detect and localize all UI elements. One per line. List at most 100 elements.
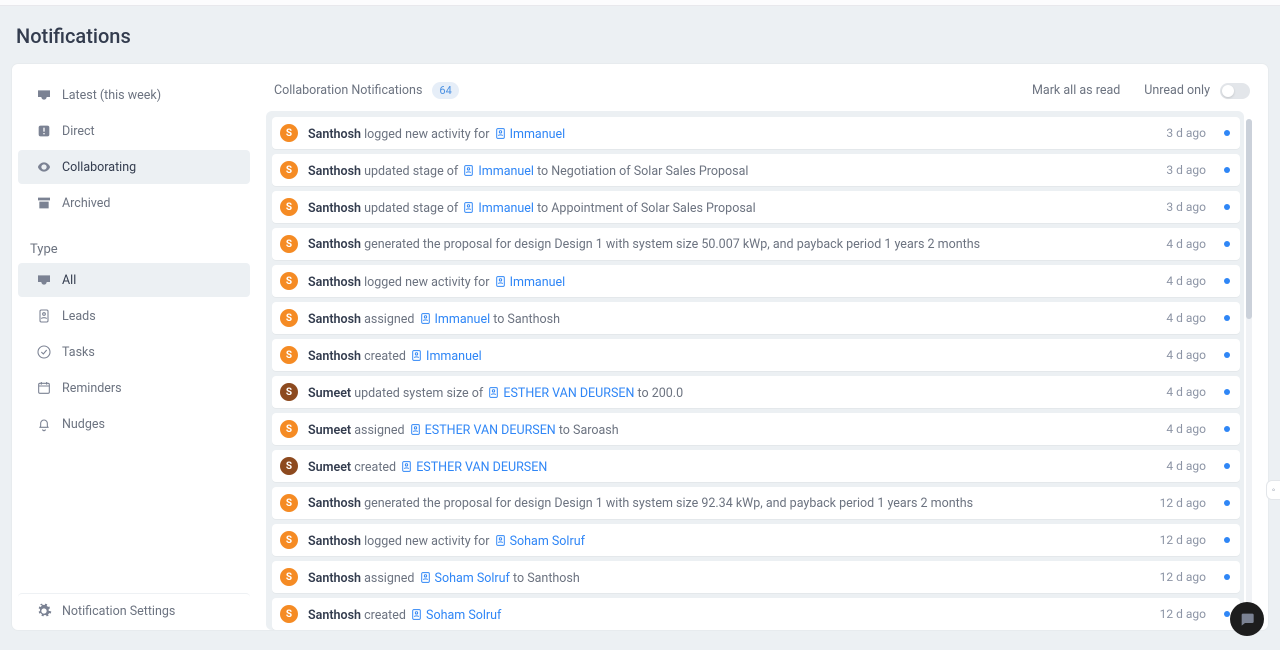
inbox-icon [36,87,52,103]
notification-text: Sumeet assigned ESTHER VAN DEURSEN to Sa… [308,421,1146,438]
lead-link[interactable]: Immanuel [435,312,491,327]
timestamp: 4 d ago [1166,422,1206,436]
notification-row[interactable]: SSanthosh generated the proposal for des… [272,228,1240,260]
lead-link[interactable]: Soham Solruf [510,534,585,549]
notification-row[interactable]: SSanthosh logged new activity for Soham … [272,524,1240,556]
check-icon [36,344,52,360]
timestamp: 4 d ago [1166,311,1206,325]
exclaim-icon [36,123,52,139]
lead-icon [409,425,422,438]
notification-row[interactable]: S Sumeet assigned ESTHER VAN DEURSEN to S… [272,413,1240,445]
side-panel-toggle[interactable]: ◦ [1266,480,1280,500]
sidebar-item-label: Archived [62,196,238,211]
sidebar-item-all[interactable]: All [18,263,250,297]
unread-dot [1224,500,1230,506]
lead-link[interactable]: Immanuel [426,349,482,364]
notification-text: Santhosh updated stage of Immanuel to Ne… [308,162,1146,179]
lead-icon [494,536,507,549]
actor-name: Santhosh [308,127,361,142]
unread-only-toggle[interactable] [1220,83,1250,99]
sidebar-item-nudges[interactable]: Nudges [18,407,250,441]
avatar: S [280,420,298,438]
timestamp: 3 d ago [1166,163,1206,177]
actor-name: Santhosh [308,237,361,252]
actor-name: Sumeet [308,423,351,438]
notification-text: Santhosh generated the proposal for desi… [308,496,1140,511]
unread-dot [1224,574,1230,580]
lead-icon [419,314,432,327]
sidebar-item-reminders[interactable]: Reminders [18,371,250,405]
sidebar-item-label: Leads [62,309,238,324]
avatar: S [280,383,298,401]
avatar: S [280,198,298,216]
sidebar-item-collaborating[interactable]: Collaborating [18,150,250,184]
lead-link[interactable]: ESTHER VAN DEURSEN [425,423,556,438]
notification-text: Santhosh created Immanuel [308,347,1146,364]
unread-dot [1224,426,1230,432]
notification-text: Sumeet updated system size of ESTHER VAN… [308,384,1146,401]
notification-row[interactable]: SSanthosh created Immanuel4 d ago [272,339,1240,371]
avatar: S [280,161,298,179]
count-badge: 64 [432,82,458,99]
sidebar-item-label: Nudges [62,417,238,432]
actor-name: Santhosh [308,312,361,327]
notification-text: Santhosh assigned Soham Solruf to Santho… [308,569,1140,586]
actor-name: Santhosh [308,201,361,216]
sidebar-item-label: All [62,273,238,288]
notification-row[interactable]: SSanthosh assigned Soham Solruf to Santh… [272,561,1240,593]
lead-icon [462,166,475,179]
notification-row[interactable]: S Santhosh updated stage of Immanuel to N… [272,154,1240,186]
settings-label: Notification Settings [62,604,238,619]
notification-row[interactable]: SSanthosh assigned Immanuel to Santhosh4… [272,302,1240,334]
list-scrollbar[interactable] [1246,119,1252,608]
lead-link[interactable]: Immanuel [478,201,534,216]
lead-link[interactable]: Immanuel [478,164,534,179]
notification-settings[interactable]: Notification Settings [18,593,250,628]
sidebar-item-direct[interactable]: Direct [18,114,250,148]
lead-link[interactable]: Immanuel [510,275,566,290]
sidebar-item-leads[interactable]: Leads [18,299,250,333]
lead-icon [410,610,423,623]
sidebar-item-label: Direct [62,124,238,139]
actor-name: Sumeet [308,386,351,401]
lead-link[interactable]: Soham Solruf [435,571,510,586]
unread-dot [1224,167,1230,173]
lead-icon [410,351,423,364]
actor-name: Santhosh [308,496,361,511]
notification-text: Santhosh logged new activity for Soham S… [308,532,1140,549]
sidebar-item-tasks[interactable]: Tasks [18,335,250,369]
lead-icon [400,462,413,475]
notification-row[interactable]: S Santhosh generated the proposal for des… [272,487,1240,519]
unread-dot [1224,611,1230,617]
notification-row[interactable]: SSanthosh logged new activity for Immanu… [272,117,1240,149]
lead-link[interactable]: ESTHER VAN DEURSEN [503,386,634,401]
lead-link[interactable]: ESTHER VAN DEURSEN [416,460,547,475]
lead-link[interactable]: Immanuel [510,127,566,142]
section-title: Collaboration Notifications [274,83,422,98]
sidebar-item-archived[interactable]: Archived [18,186,250,220]
chat-launcher[interactable] [1230,602,1264,636]
unread-dot [1224,537,1230,543]
notification-row[interactable]: SSumeet created ESTHER VAN DEURSEN4 d ag… [272,450,1240,482]
unread-dot [1224,352,1230,358]
timestamp: 4 d ago [1166,348,1206,362]
timestamp: 4 d ago [1166,385,1206,399]
unread-dot [1224,241,1230,247]
notification-row[interactable]: S Sumeet updated system size of ESTHER VA… [272,376,1240,408]
notification-text: Santhosh assigned Immanuel to Santhosh [308,310,1146,327]
main-panel: Collaboration Notifications 64 Mark all … [256,64,1268,630]
timestamp: 3 d ago [1166,126,1206,140]
sidebar-item-latest[interactable]: Latest (this week) [18,78,250,112]
notification-row[interactable]: SSanthosh logged new activity for Immanu… [272,265,1240,297]
mark-all-read-button[interactable]: Mark all as read [1032,83,1120,98]
lead-icon [36,308,52,324]
timestamp: 4 d ago [1166,274,1206,288]
timestamp: 4 d ago [1166,459,1206,473]
lead-link[interactable]: Soham Solruf [426,608,501,623]
avatar: S [280,494,298,512]
notification-text: Santhosh created Soham Solruf [308,606,1140,623]
notification-row[interactable]: SSanthosh updated stage of Immanuel to A… [272,191,1240,223]
calendar-icon [36,380,52,396]
unread-dot [1224,204,1230,210]
notification-row[interactable]: SSanthosh created Soham Solruf12 d ago [272,598,1240,630]
